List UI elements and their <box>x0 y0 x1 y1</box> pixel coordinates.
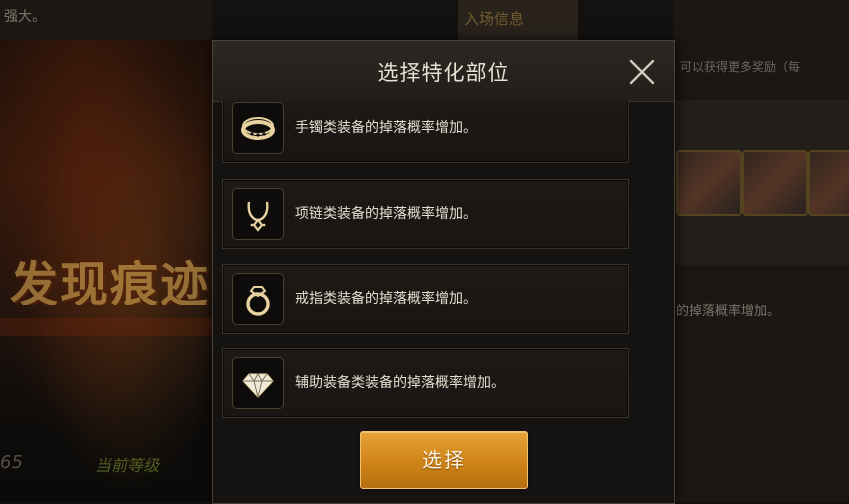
reward-item-slot[interactable] <box>676 150 742 216</box>
select-button-label: 选择 <box>422 448 466 472</box>
option-label: 项链类装备的掉落概率增加。 <box>295 206 477 222</box>
option-icon-frame <box>232 357 284 409</box>
dialog-title: 选择特化部位 <box>377 61 510 85</box>
option-icon-frame <box>232 188 284 240</box>
diamond-icon <box>242 372 274 398</box>
reward-item-slot[interactable] <box>808 150 849 216</box>
bracelet-icon <box>241 117 275 140</box>
option-ring[interactable]: 戒指类装备的掉落概率增加。 <box>222 264 629 334</box>
level-number: 65 <box>0 452 23 473</box>
option-list[interactable]: 手镯类装备的掉落概率增加。 项链类装备的掉落概率增加。 戒指类装备的掉落概率增加… <box>213 101 674 421</box>
background-top-text: 强大。 <box>4 9 46 25</box>
option-label: 辅助装备类装备的掉落概率增加。 <box>295 375 505 391</box>
necklace-icon <box>247 201 269 232</box>
tab-entry-info-label: 入场信息 <box>464 10 525 28</box>
option-auxiliary[interactable]: 辅助装备类装备的掉落概率增加。 <box>222 348 629 418</box>
select-button[interactable]: 选择 <box>360 431 528 489</box>
close-button[interactable] <box>625 55 659 89</box>
option-label: 戒指类装备的掉落概率增加。 <box>295 291 477 307</box>
option-icon-frame <box>232 102 284 154</box>
option-icon-frame <box>232 273 284 325</box>
level-tag: 当前等级 <box>95 456 160 475</box>
dialog-header: 选择特化部位 <box>213 41 674 102</box>
background-drop-text: 的掉落概率增加。 <box>676 304 781 319</box>
option-necklace[interactable]: 项链类装备的掉落概率增加。 <box>222 179 629 249</box>
event-banner: 发现痕迹 <box>10 257 210 305</box>
ring-icon <box>246 286 270 316</box>
close-icon <box>629 59 655 85</box>
option-label: 手镯类装备的掉落概率增加。 <box>295 120 477 136</box>
option-bracelet[interactable]: 手镯类装备的掉落概率增加。 <box>222 101 629 163</box>
select-specialization-dialog: 选择特化部位 手镯类装备的掉落概率增加。 项链类装备的掉落概率增加。 戒指类装备… <box>212 40 675 504</box>
background-hint-text: 可以获得更多奖励（每 <box>680 60 801 74</box>
event-banner-subtitle <box>0 318 212 336</box>
reward-item-slot[interactable] <box>742 150 808 216</box>
